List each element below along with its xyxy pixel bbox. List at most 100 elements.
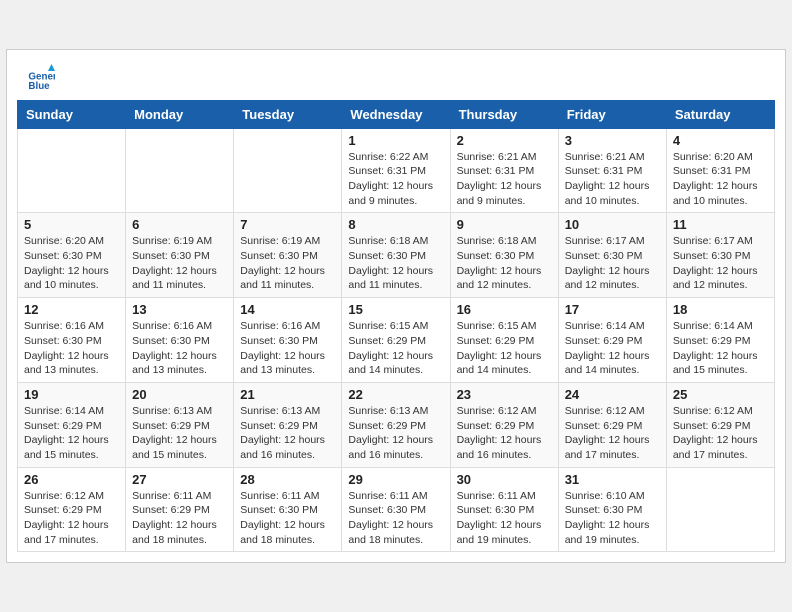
day-info: Sunrise: 6:14 AMSunset: 6:29 PMDaylight:…: [24, 404, 119, 463]
day-info: Sunrise: 6:18 AMSunset: 6:30 PMDaylight:…: [457, 234, 552, 293]
day-number: 27: [132, 472, 227, 487]
day-cell: 21 Sunrise: 6:13 AMSunset: 6:29 PMDayligh…: [234, 382, 342, 467]
day-info: Sunrise: 6:16 AMSunset: 6:30 PMDaylight:…: [24, 319, 119, 378]
day-info: Sunrise: 6:15 AMSunset: 6:29 PMDaylight:…: [348, 319, 443, 378]
day-header-saturday: Saturday: [666, 100, 774, 128]
day-number: 18: [673, 302, 768, 317]
day-number: 31: [565, 472, 660, 487]
day-info: Sunrise: 6:16 AMSunset: 6:30 PMDaylight:…: [240, 319, 335, 378]
day-info: Sunrise: 6:12 AMSunset: 6:29 PMDaylight:…: [24, 489, 119, 548]
day-info: Sunrise: 6:13 AMSunset: 6:29 PMDaylight:…: [240, 404, 335, 463]
day-number: 12: [24, 302, 119, 317]
day-cell: 24 Sunrise: 6:12 AMSunset: 6:29 PMDayligh…: [558, 382, 666, 467]
day-number: 13: [132, 302, 227, 317]
day-cell: 17 Sunrise: 6:14 AMSunset: 6:29 PMDayligh…: [558, 298, 666, 383]
day-cell: 15 Sunrise: 6:15 AMSunset: 6:29 PMDayligh…: [342, 298, 450, 383]
day-cell: [234, 128, 342, 213]
day-cell: 19Sunrise: 6:14 AMSunset: 6:29 PMDayligh…: [18, 382, 126, 467]
calendar-table: SundayMondayTuesdayWednesdayThursdayFrid…: [17, 100, 775, 553]
day-info: Sunrise: 6:19 AMSunset: 6:30 PMDaylight:…: [132, 234, 227, 293]
day-number: 28: [240, 472, 335, 487]
svg-text:Blue: Blue: [28, 81, 50, 92]
day-cell: 3 Sunrise: 6:21 AMSunset: 6:31 PMDaylight…: [558, 128, 666, 213]
day-cell: [18, 128, 126, 213]
day-cell: 9 Sunrise: 6:18 AMSunset: 6:30 PMDaylight…: [450, 213, 558, 298]
day-number: 17: [565, 302, 660, 317]
day-cell: 13 Sunrise: 6:16 AMSunset: 6:30 PMDayligh…: [126, 298, 234, 383]
day-number: 3: [565, 133, 660, 148]
day-number: 7: [240, 217, 335, 232]
day-header-friday: Friday: [558, 100, 666, 128]
logo: General Blue: [27, 64, 59, 92]
day-number: 8: [348, 217, 443, 232]
day-cell: 7 Sunrise: 6:19 AMSunset: 6:30 PMDaylight…: [234, 213, 342, 298]
day-info: Sunrise: 6:13 AMSunset: 6:29 PMDaylight:…: [132, 404, 227, 463]
day-info: Sunrise: 6:17 AMSunset: 6:30 PMDaylight:…: [565, 234, 660, 293]
week-row-3: 12 Sunrise: 6:16 AMSunset: 6:30 PMDayligh…: [18, 298, 775, 383]
day-cell: [126, 128, 234, 213]
day-cell: 12 Sunrise: 6:16 AMSunset: 6:30 PMDayligh…: [18, 298, 126, 383]
day-info: Sunrise: 6:19 AMSunset: 6:30 PMDaylight:…: [240, 234, 335, 293]
week-row-1: 1 Sunrise: 6:22 AMSunset: 6:31 PMDaylight…: [18, 128, 775, 213]
day-number: 23: [457, 387, 552, 402]
day-header-monday: Monday: [126, 100, 234, 128]
day-cell: 22 Sunrise: 6:13 AMSunset: 6:29 PMDayligh…: [342, 382, 450, 467]
day-number: 16: [457, 302, 552, 317]
day-cell: 28 Sunrise: 6:11 AMSunset: 6:30 PMDayligh…: [234, 467, 342, 552]
day-info: Sunrise: 6:21 AMSunset: 6:31 PMDaylight:…: [457, 150, 552, 209]
day-info: Sunrise: 6:11 AMSunset: 6:30 PMDaylight:…: [457, 489, 552, 548]
day-info: Sunrise: 6:13 AMSunset: 6:29 PMDaylight:…: [348, 404, 443, 463]
day-cell: 25Sunrise: 6:12 AMSunset: 6:29 PMDayligh…: [666, 382, 774, 467]
day-number: 20: [132, 387, 227, 402]
day-number: 10: [565, 217, 660, 232]
day-cell: 27Sunrise: 6:11 AMSunset: 6:29 PMDayligh…: [126, 467, 234, 552]
day-cell: 18 Sunrise: 6:14 AMSunset: 6:29 PMDayligh…: [666, 298, 774, 383]
day-cell: 16 Sunrise: 6:15 AMSunset: 6:29 PMDayligh…: [450, 298, 558, 383]
day-cell: 30Sunrise: 6:11 AMSunset: 6:30 PMDayligh…: [450, 467, 558, 552]
day-cell: 1 Sunrise: 6:22 AMSunset: 6:31 PMDaylight…: [342, 128, 450, 213]
day-info: Sunrise: 6:10 AMSunset: 6:30 PMDaylight:…: [565, 489, 660, 548]
day-info: Sunrise: 6:12 AMSunset: 6:29 PMDaylight:…: [457, 404, 552, 463]
day-cell: 8 Sunrise: 6:18 AMSunset: 6:30 PMDaylight…: [342, 213, 450, 298]
day-cell: 2 Sunrise: 6:21 AMSunset: 6:31 PMDaylight…: [450, 128, 558, 213]
day-number: 14: [240, 302, 335, 317]
day-header-tuesday: Tuesday: [234, 100, 342, 128]
day-info: Sunrise: 6:14 AMSunset: 6:29 PMDaylight:…: [565, 319, 660, 378]
day-cell: [666, 467, 774, 552]
week-row-2: 5Sunrise: 6:20 AMSunset: 6:30 PMDaylight…: [18, 213, 775, 298]
day-cell: 10 Sunrise: 6:17 AMSunset: 6:30 PMDayligh…: [558, 213, 666, 298]
logo-icon: General Blue: [27, 64, 55, 92]
day-info: Sunrise: 6:22 AMSunset: 6:31 PMDaylight:…: [348, 150, 443, 209]
day-cell: 29Sunrise: 6:11 AMSunset: 6:30 PMDayligh…: [342, 467, 450, 552]
day-info: Sunrise: 6:11 AMSunset: 6:30 PMDaylight:…: [240, 489, 335, 548]
day-info: Sunrise: 6:12 AMSunset: 6:29 PMDaylight:…: [565, 404, 660, 463]
day-info: Sunrise: 6:15 AMSunset: 6:29 PMDaylight:…: [457, 319, 552, 378]
day-number: 2: [457, 133, 552, 148]
day-info: Sunrise: 6:21 AMSunset: 6:31 PMDaylight:…: [565, 150, 660, 209]
day-number: 26: [24, 472, 119, 487]
day-number: 6: [132, 217, 227, 232]
day-number: 24: [565, 387, 660, 402]
day-info: Sunrise: 6:12 AMSunset: 6:29 PMDaylight:…: [673, 404, 768, 463]
day-info: Sunrise: 6:16 AMSunset: 6:30 PMDaylight:…: [132, 319, 227, 378]
day-number: 1: [348, 133, 443, 148]
day-number: 21: [240, 387, 335, 402]
day-info: Sunrise: 6:20 AMSunset: 6:31 PMDaylight:…: [673, 150, 768, 209]
day-cell: 4 Sunrise: 6:20 AMSunset: 6:31 PMDaylight…: [666, 128, 774, 213]
day-info: Sunrise: 6:18 AMSunset: 6:30 PMDaylight:…: [348, 234, 443, 293]
day-info: Sunrise: 6:14 AMSunset: 6:29 PMDaylight:…: [673, 319, 768, 378]
day-number: 4: [673, 133, 768, 148]
day-cell: 20 Sunrise: 6:13 AMSunset: 6:29 PMDayligh…: [126, 382, 234, 467]
day-header-wednesday: Wednesday: [342, 100, 450, 128]
day-cell: 23 Sunrise: 6:12 AMSunset: 6:29 PMDayligh…: [450, 382, 558, 467]
day-number: 15: [348, 302, 443, 317]
day-number: 22: [348, 387, 443, 402]
day-number: 5: [24, 217, 119, 232]
day-number: 9: [457, 217, 552, 232]
day-cell: 11Sunrise: 6:17 AMSunset: 6:30 PMDayligh…: [666, 213, 774, 298]
day-cell: 6 Sunrise: 6:19 AMSunset: 6:30 PMDaylight…: [126, 213, 234, 298]
day-number: 11: [673, 217, 768, 232]
day-cell: 14 Sunrise: 6:16 AMSunset: 6:30 PMDayligh…: [234, 298, 342, 383]
day-cell: 31 Sunrise: 6:10 AMSunset: 6:30 PMDayligh…: [558, 467, 666, 552]
day-header-sunday: Sunday: [18, 100, 126, 128]
